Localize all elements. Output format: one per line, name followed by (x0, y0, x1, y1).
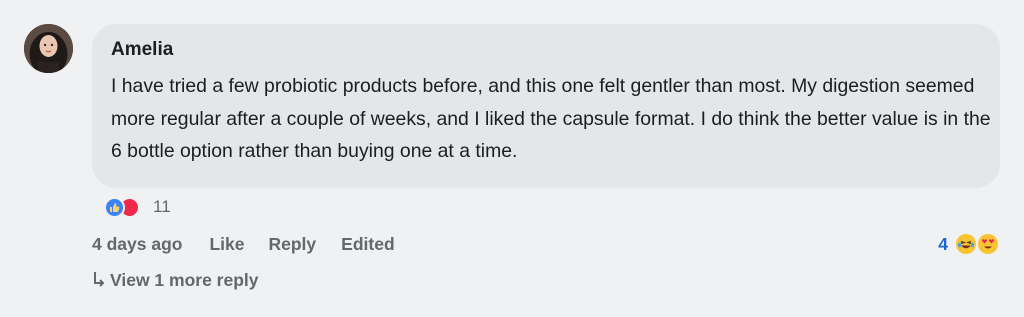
edited-label[interactable]: Edited (341, 234, 394, 255)
laughing-emoji-icon (956, 234, 976, 254)
view-more-replies-button[interactable]: View 1 more reply (92, 267, 259, 293)
comment-text: I have tried a few probiotic products be… (111, 75, 991, 162)
comment-reaction-summary[interactable]: 11 (104, 194, 171, 220)
reply-reaction-count: 4 (938, 233, 948, 254)
comment-actions: 4 days ago Like Reply Edited (92, 231, 395, 257)
heart-eyes-emoji-icon (978, 234, 998, 254)
avatar[interactable] (24, 24, 73, 73)
comment-bubble: Amelia I have tried a few probiotic prod… (92, 24, 1000, 188)
comment-timestamp[interactable]: 4 days ago (92, 234, 182, 255)
reply-reaction-summary[interactable]: 4 (938, 231, 998, 257)
comment-author[interactable]: Amelia (111, 38, 981, 62)
reaction-count: 11 (153, 197, 171, 216)
view-more-replies-label: View 1 more reply (110, 269, 259, 290)
reply-button[interactable]: Reply (269, 234, 317, 255)
like-button[interactable]: Like (209, 234, 244, 255)
like-icon (104, 196, 125, 218)
reply-arrow-icon (94, 272, 105, 287)
